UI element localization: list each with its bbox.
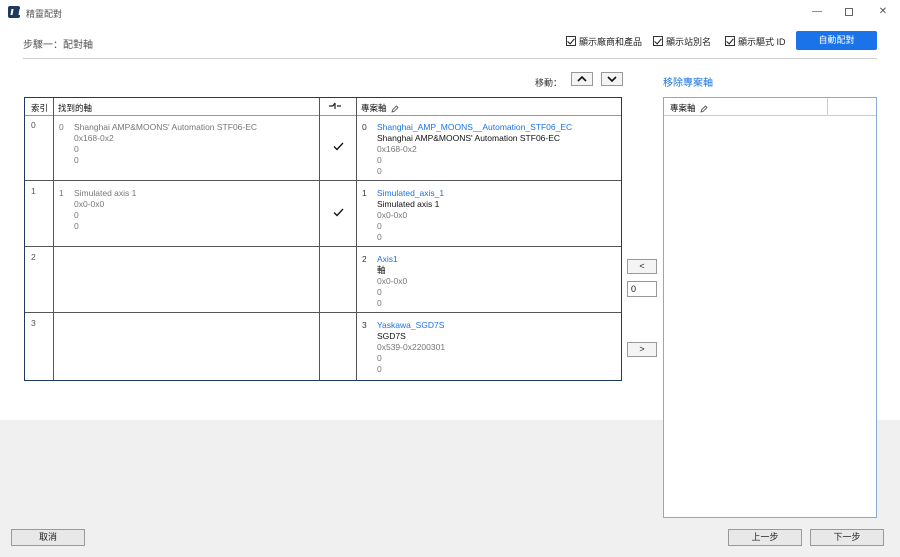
found-axis-value: 0 [74,221,79,231]
project-axis-value: 0 [377,364,382,374]
row-index: 1 [31,186,36,196]
found-axis-name: Simulated axis 1 [74,188,137,198]
link-toggle-icon[interactable] [329,101,341,113]
project-axis-number: 3 [362,320,367,330]
row-index: 3 [31,318,36,328]
grid-header: 索引 找到的軸 專案軸 [25,98,621,116]
project-axis-link[interactable]: Simulated_axis_1 [377,188,444,199]
title-bar: 精靈配對 — ✕ [0,0,900,24]
found-axis-value: 0 [74,155,79,165]
table-row[interactable]: 1 1 Simulated axis 1 0x0-0x0 0 0 1 Simul… [25,182,621,247]
project-panel-label: 專案軸 [670,103,696,113]
found-axis-address: 0x168-0x2 [74,133,114,143]
show-drive-id-checkbox[interactable]: 顯示驅式 ID [725,35,786,47]
show-station-alias-label: 顯示站別名 [666,36,712,47]
maximize-icon [845,8,853,16]
window-title: 精靈配對 [26,9,63,19]
project-axis-link[interactable]: Shanghai_AMP_MOONS__Automation_STF06_EC [377,122,572,133]
edit-pencil-icon[interactable] [391,105,399,113]
project-axis-value: 0 [377,232,382,242]
project-axis-number: 2 [362,254,367,264]
project-axis-address: 0x0-0x0 [377,276,408,286]
found-axis-number: 0 [59,122,64,132]
found-axis-value: 0 [74,144,79,154]
remove-project-axis-link[interactable]: 移除專案軸 [663,74,713,89]
project-axis-link[interactable]: Yaskawa_SGD7S [377,320,445,331]
project-axis-value: 0 [377,221,382,231]
chevron-up-icon [577,75,587,82]
move-label: 移動： [535,78,563,88]
project-axis-value: 0 [377,353,382,363]
move-to-grid-button[interactable]: < [627,259,657,274]
project-axis-address: 0x539-0x2200301 [377,342,446,352]
project-panel-title: 專案軸 [670,102,708,114]
match-checkmark-icon [333,208,344,217]
project-axis-address: 0x0-0x0 [377,210,408,220]
show-vendor-product-checkbox[interactable]: 顯示廠商和產品 [566,35,642,47]
header-divider [23,58,877,59]
step-title: 步驟一：配對軸 [23,40,93,51]
project-axis-value: 0 [377,155,382,165]
project-axis-value: 0 [377,166,382,176]
column-separator [827,98,828,116]
project-axis-panel: 專案軸 [663,97,877,518]
project-panel-header: 專案軸 [664,98,876,116]
row-index: 2 [31,252,36,262]
close-button[interactable]: ✕ [866,3,900,21]
project-axis-name: Shanghai AMP&MOONS' Automation STF06-EC [377,133,561,143]
project-axis-name: Simulated axis 1 [377,199,440,209]
show-station-alias-checkbox[interactable]: 顯示站別名 [653,35,711,47]
previous-step-button[interactable]: 上一步 [728,529,802,546]
table-row[interactable]: 3 3 Yaskawa_SGD7S SGD7S 0x539-0x2200301 … [25,314,621,379]
checkbox-checked-icon[interactable] [566,36,576,46]
table-row[interactable]: 2 2 Axis1 軸 0x0-0x0 0 0 [25,248,621,313]
cancel-button[interactable]: 取消 [11,529,85,546]
row-index: 0 [31,120,36,130]
chevron-down-icon [607,76,617,83]
axis-mapping-grid: 索引 找到的軸 專案軸 0 0 Shanghai AMP&MOONS' Auto… [24,97,622,381]
maximize-button[interactable] [832,3,866,21]
found-axis-address: 0x0-0x0 [74,199,105,209]
found-axis-name: Shanghai AMP&MOONS' Automation STF06-EC [74,122,258,132]
app-logo-icon [8,6,20,18]
minimize-button[interactable]: — [800,3,834,21]
project-axis-number: 0 [362,122,367,132]
table-row[interactable]: 0 0 Shanghai AMP&MOONS' Automation STF06… [25,116,621,181]
project-axis-number: 1 [362,188,367,198]
project-axis-address: 0x168-0x2 [377,144,417,154]
project-axis-label: 專案軸 [361,103,387,113]
column-header-found-axis: 找到的軸 [58,103,93,113]
column-header-project-axis: 專案軸 [361,102,399,114]
project-axis-link[interactable]: Axis1 [377,254,407,265]
project-axis-value: 0 [377,287,382,297]
next-step-button[interactable]: 下一步 [810,529,884,546]
project-axis-name: 軸 [377,265,386,275]
match-checkmark-icon [333,142,344,151]
checkbox-checked-icon[interactable] [653,36,663,46]
position-input[interactable]: 0 [627,281,657,297]
move-to-panel-button[interactable]: > [627,342,657,357]
found-axis-number: 1 [59,188,64,198]
project-axis-value: 0 [377,298,382,308]
found-axis-value: 0 [74,210,79,220]
edit-pencil-icon[interactable] [700,105,708,113]
auto-match-button[interactable]: 自動配對 [796,31,877,50]
show-drive-id-label: 顯示驅式 ID [738,36,786,47]
move-up-button[interactable] [571,72,593,86]
move-down-button[interactable] [601,72,623,86]
column-header-index: 索引 [31,103,49,113]
checkbox-checked-icon[interactable] [725,36,735,46]
project-axis-name: SGD7S [377,331,406,341]
show-vendor-product-label: 顯示廠商和產品 [579,36,643,47]
